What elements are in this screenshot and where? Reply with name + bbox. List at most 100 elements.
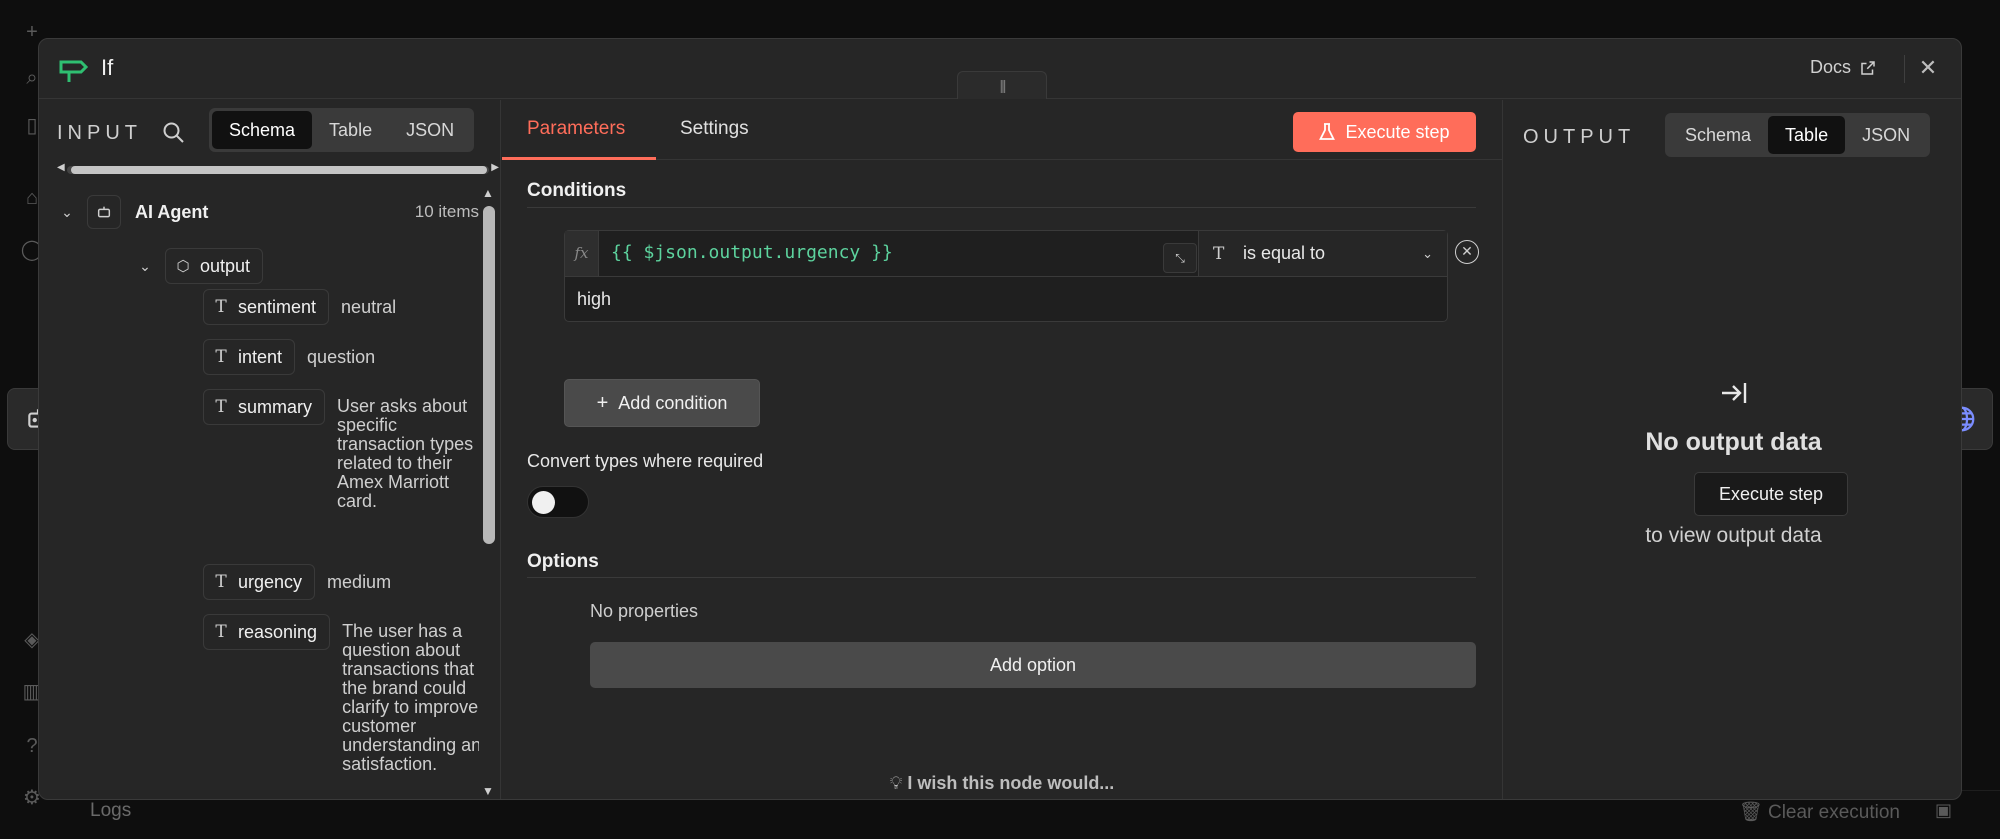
condition-expression-input[interactable]: {{ $json.output.urgency }} — [611, 231, 893, 276]
field-key-pill[interactable]: Tsummary — [203, 389, 326, 425]
text-type-icon: T — [1213, 243, 1225, 264]
input-tab-schema[interactable]: Schema — [212, 111, 313, 149]
text-type-icon: T — [215, 397, 227, 417]
operator-label: is equal to — [1243, 243, 1326, 263]
output-tab-json[interactable]: JSON — [1845, 116, 1927, 154]
field-key: sentiment — [238, 296, 317, 317]
logs-label[interactable]: Logs — [90, 800, 131, 822]
external-link-icon — [1861, 60, 1875, 75]
parameters-panel: Parameters Settings Execute step Conditi… — [502, 100, 1502, 799]
cube-icon: ⬡ — [176, 258, 190, 275]
execute-step-button[interactable]: Execute step — [1293, 112, 1476, 152]
field-value: neutral — [341, 297, 397, 317]
schema-tree: ⌄ AI Agent 10 items ⌄ ⬡ output Tsentimen… — [39, 182, 479, 797]
text-type-icon: T — [215, 347, 227, 367]
condition-row: fx {{ $json.output.urgency }} ⤡ T is equ… — [564, 230, 1448, 322]
docs-label: Docs — [1809, 57, 1851, 77]
output-execute-step-button[interactable]: Execute step — [1694, 472, 1848, 516]
field-sentiment: Tsentiment neutral — [203, 289, 396, 325]
scroll-right-icon[interactable]: ▶ — [491, 162, 499, 173]
output-view-toggle: Schema Table JSON — [1665, 113, 1931, 157]
output-key: output — [200, 255, 251, 276]
no-output-hint: to view output data — [1645, 524, 1822, 547]
scroll-down-icon[interactable]: ▼ — [482, 784, 494, 798]
expand-expression-icon[interactable]: ⤡ — [1163, 243, 1197, 273]
operator-select[interactable]: T is equal to ⌄ — [1198, 231, 1447, 276]
add-condition-label: Add condition — [618, 392, 728, 413]
chevron-down-icon: ⌄ — [1422, 245, 1433, 261]
close-button[interactable]: ✕ — [1913, 53, 1943, 83]
plus-icon: + — [596, 391, 609, 414]
field-value: question — [307, 347, 376, 367]
header-divider — [1904, 55, 1905, 83]
field-key-pill[interactable]: Tsentiment — [203, 289, 330, 325]
field-value: User asks about specific transaction typ… — [337, 396, 474, 511]
field-urgency: Turgency medium — [203, 564, 391, 600]
field-key: summary — [238, 396, 313, 417]
node-title[interactable]: If — [101, 55, 113, 81]
feedback-link[interactable]: 💡︎ I wish this node would... — [502, 773, 1502, 794]
tree-root-row[interactable]: ⌄ AI Agent 10 items — [57, 192, 479, 232]
tab-settings[interactable]: Settings — [680, 118, 749, 140]
no-properties-text: No properties — [590, 601, 699, 621]
node-modal: If Docs ✕ ||| INPUT Schema Table JSON ◀ … — [38, 38, 1962, 800]
field-key-pill[interactable]: Turgency — [203, 564, 316, 600]
tab-parameters[interactable]: Parameters — [527, 118, 625, 140]
execute-step-label: Execute step — [1345, 121, 1450, 142]
scrollbar-thumb[interactable] — [483, 206, 495, 544]
field-key-pill[interactable]: Treasoning — [203, 614, 331, 650]
field-summary: Tsummary User asks about specific transa… — [203, 389, 479, 511]
signpost-icon — [59, 55, 89, 83]
chevron-down-icon[interactable]: ⌄ — [57, 204, 77, 221]
close-icon: ✕ — [1918, 55, 1938, 80]
params-tabs: Parameters Settings Execute step — [502, 100, 1502, 160]
chevron-down-icon[interactable]: ⌄ — [135, 258, 155, 275]
output-key-pill[interactable]: ⬡ output — [165, 248, 264, 284]
field-intent: Tintent question — [203, 339, 375, 375]
conditions-title: Conditions — [527, 180, 627, 201]
text-type-icon: T — [215, 297, 227, 317]
condition-value-input[interactable]: high — [577, 277, 611, 322]
input-view-toggle: Schema Table JSON — [209, 108, 475, 152]
drag-handle[interactable]: ||| — [957, 71, 1047, 99]
convert-types-toggle[interactable] — [527, 486, 589, 518]
scroll-left-icon[interactable]: ◀ — [57, 162, 65, 173]
tree-root-label: AI Agent — [135, 201, 209, 222]
field-value: medium — [327, 572, 392, 592]
flask-icon — [1319, 123, 1336, 140]
tree-output-row[interactable]: ⌄ ⬡ output — [135, 246, 264, 286]
docs-link[interactable]: Docs — [1810, 57, 1877, 78]
scrollbar-thumb[interactable] — [71, 166, 487, 174]
horizontal-scrollbar[interactable]: ◀ ▶ — [57, 162, 499, 176]
condition-divider — [565, 276, 1447, 277]
feedback-label: I wish this node would... — [907, 773, 1115, 793]
text-type-icon: T — [215, 622, 227, 642]
active-tab-indicator — [502, 157, 656, 160]
remove-condition-icon[interactable]: ✕ — [1455, 240, 1479, 264]
add-option-button[interactable]: Add option — [590, 642, 1476, 688]
output-tab-table[interactable]: Table — [1768, 116, 1846, 154]
expression-mode-icon: fx — [565, 231, 599, 276]
convert-types-label: Convert types where required — [527, 451, 764, 471]
input-tab-json[interactable]: JSON — [389, 111, 471, 149]
search-icon[interactable] — [161, 120, 187, 146]
options-title: Options — [527, 551, 599, 572]
clear-execution-button[interactable]: 🗑 Clear execution — [1739, 800, 1900, 824]
add-condition-button[interactable]: + Add condition — [564, 379, 760, 427]
vertical-scrollbar[interactable]: ▲ ▼ — [479, 186, 499, 798]
section-divider — [527, 207, 1476, 208]
no-output-title: No output data — [1645, 428, 1822, 456]
output-panel: OUTPUT Schema Table JSON No output data … — [1502, 100, 1961, 799]
logs-toggle-icon[interactable]: ▣ — [1935, 800, 1952, 821]
arrow-right-to-line-icon — [1503, 380, 1961, 413]
robot-icon — [87, 195, 121, 229]
output-tab-schema[interactable]: Schema — [1668, 116, 1768, 154]
field-key: urgency — [238, 571, 303, 592]
field-key: intent — [238, 346, 283, 367]
input-tab-table[interactable]: Table — [312, 111, 389, 149]
output-panel-label: OUTPUT — [1523, 126, 1636, 148]
field-key: reasoning — [238, 621, 318, 642]
scroll-up-icon[interactable]: ▲ — [482, 186, 494, 200]
section-divider — [527, 577, 1476, 578]
field-key-pill[interactable]: Tintent — [203, 339, 296, 375]
